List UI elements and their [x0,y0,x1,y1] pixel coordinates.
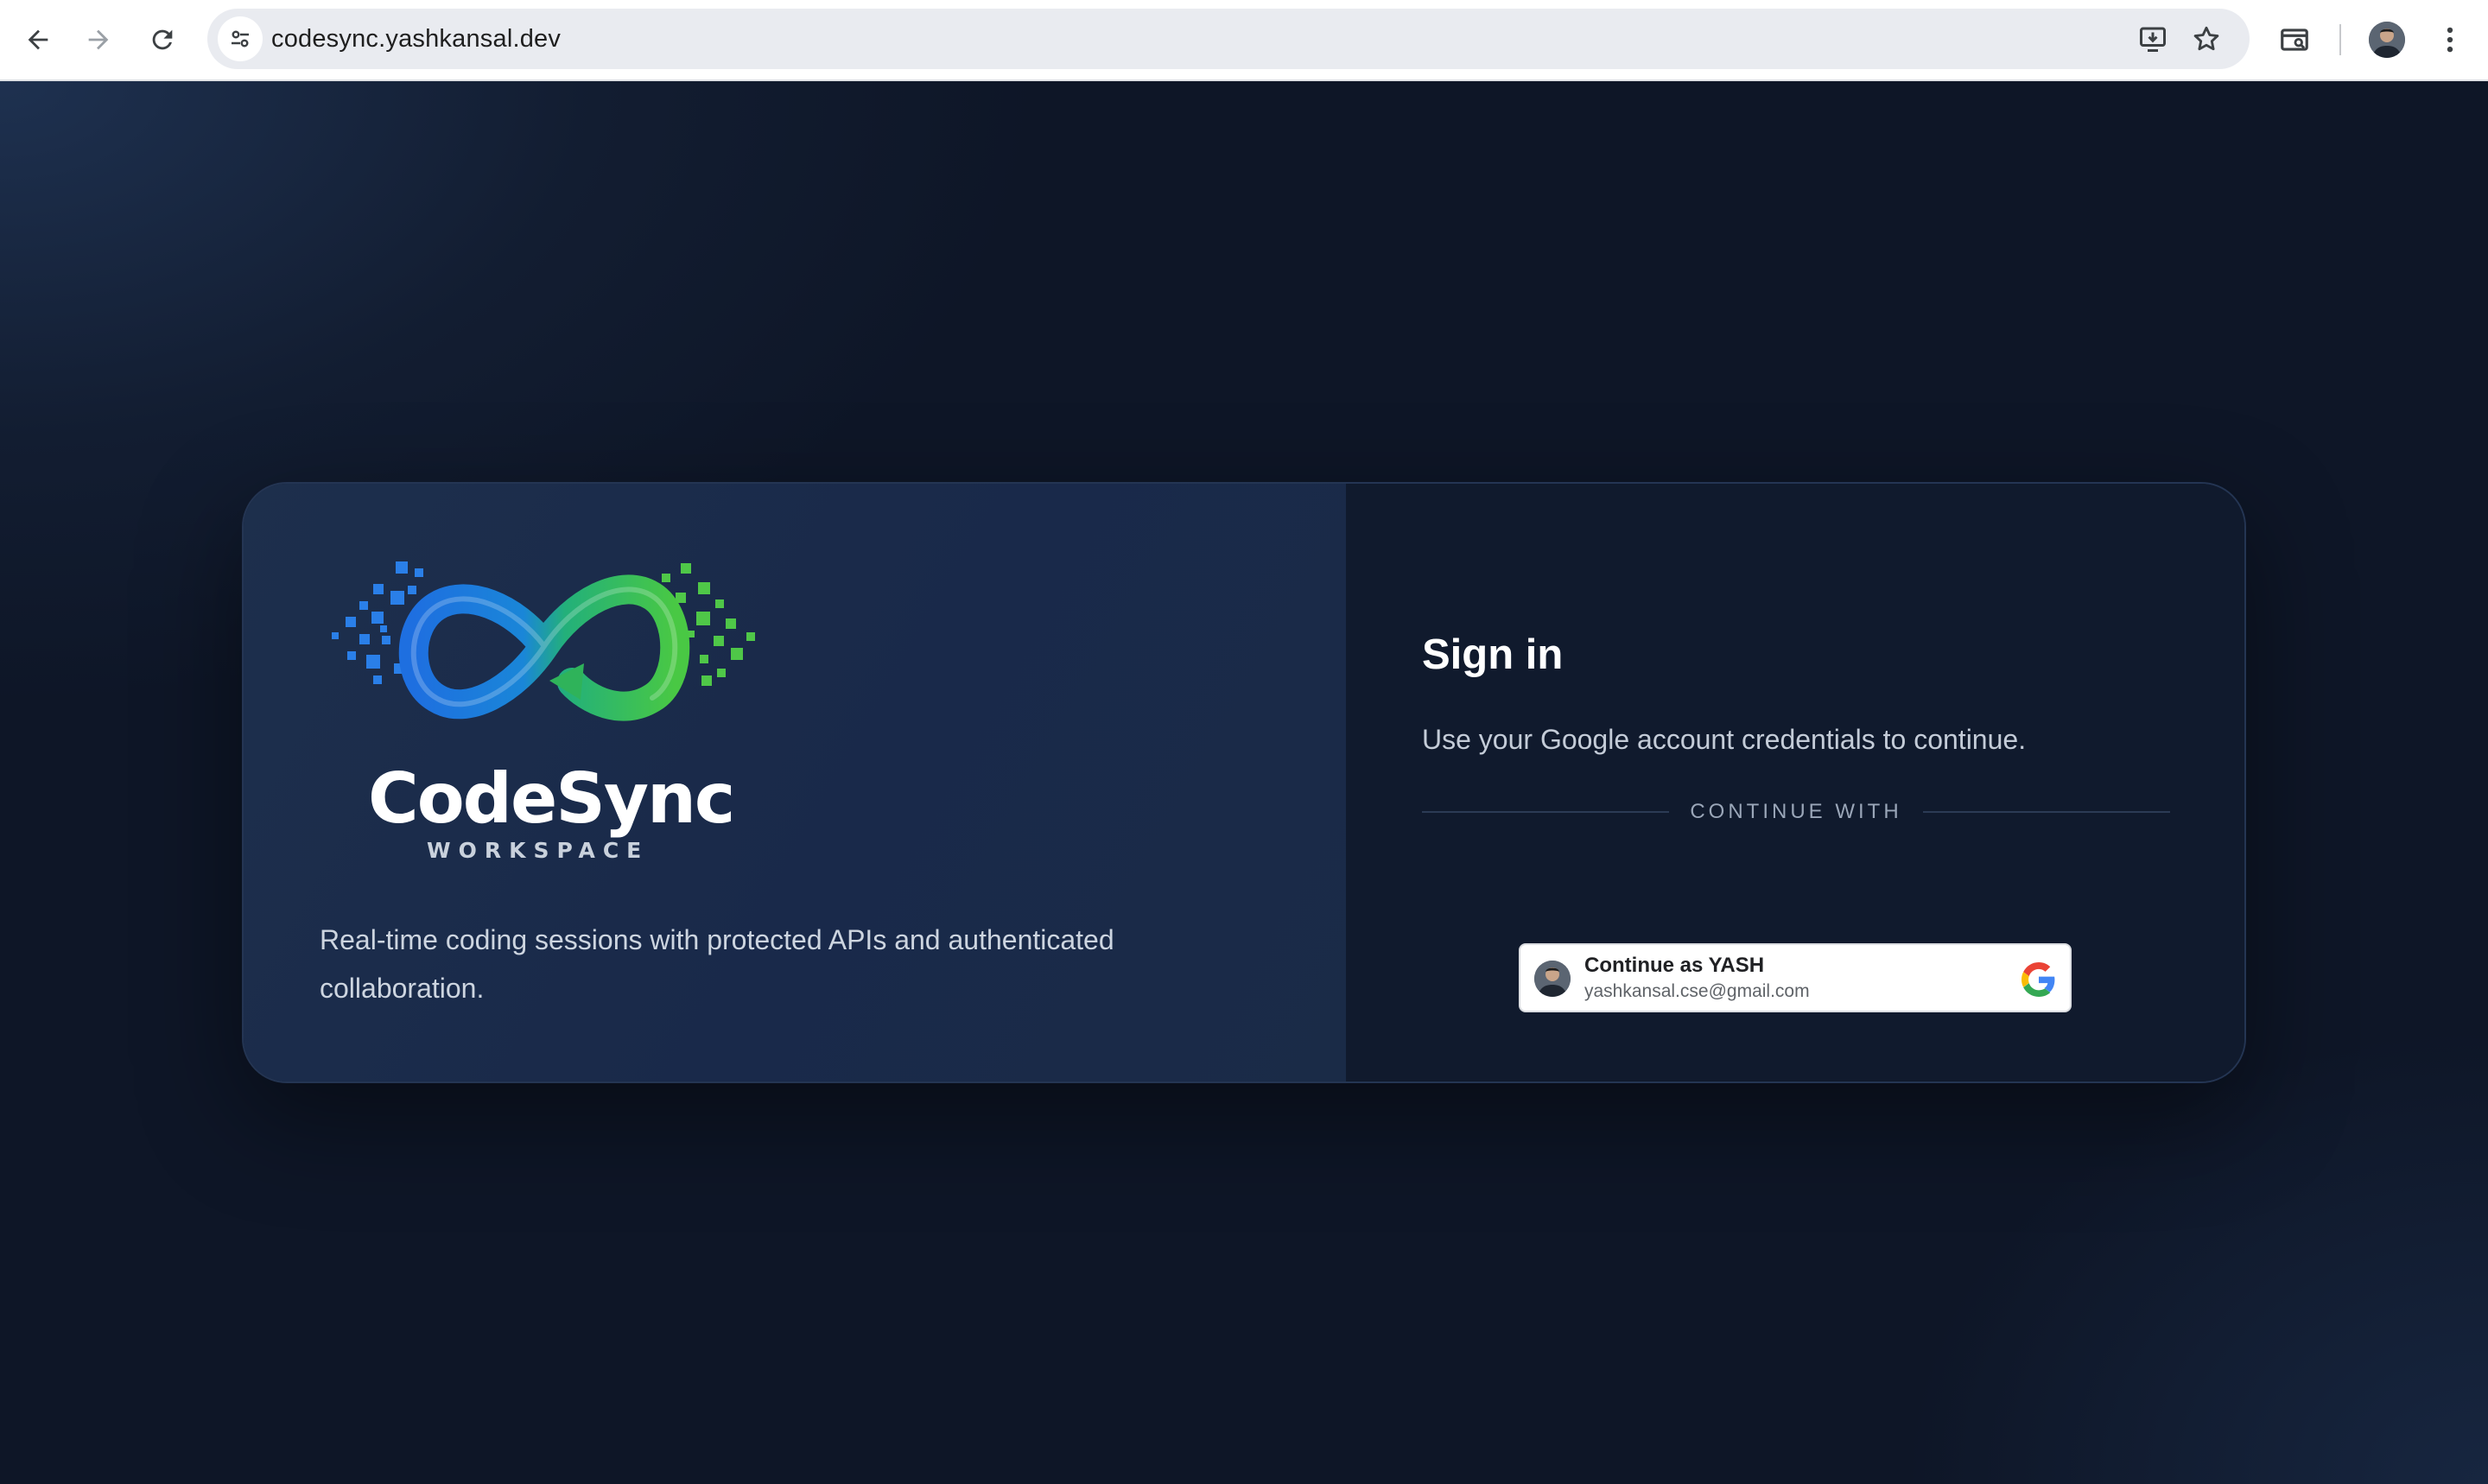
divider-line [1422,811,1670,813]
google-account-name: Continue as YASH [1584,954,1765,977]
signin-description: Use your Google account credentials to c… [1422,724,2027,755]
continue-with-divider: CONTINUE WITH [1422,796,2170,828]
address-bar[interactable]: codesync.yashkansal.dev [207,9,2250,69]
avatar [1534,961,1571,997]
url-text[interactable]: codesync.yashkansal.dev [271,9,561,69]
arrow-left-icon [28,29,48,50]
browser-menu-button[interactable] [2428,17,2472,62]
divider-label: CONTINUE WITH [1690,800,1902,823]
reload-icon [152,29,173,50]
brand-name: CodeSync [368,758,735,839]
infinity-logo-icon [332,561,755,721]
google-signin-button[interactable]: Continue as YASH yashkansal.cse@gmail.co… [1519,943,2072,1012]
page-background: CodeSync WORKSPACE Real-time coding sess… [0,81,2488,1484]
search-tab-icon [2281,29,2308,51]
hero-tagline: Real-time coding sessions with protected… [320,924,1114,1004]
toolbar-divider [2339,24,2341,55]
divider-line [1922,811,2170,813]
brand-panel: CodeSync WORKSPACE Real-time coding sess… [244,484,1346,1081]
forward-button[interactable] [76,17,121,62]
more-vert-icon [2447,27,2453,53]
arrow-right-icon [88,29,109,50]
reload-button[interactable] [140,17,185,62]
auth-card: CodeSync WORKSPACE Real-time coding sess… [242,482,2246,1083]
install-app-icon [2140,27,2166,52]
avatar-icon [1534,961,1571,997]
google-logo-icon [2022,962,2055,997]
star-icon [2193,26,2219,51]
signin-title: Sign in [1422,631,1564,678]
browser-toolbar: codesync.yashkansal.dev [0,0,2488,81]
back-button[interactable] [16,17,60,62]
brand-subtitle: WORKSPACE [427,838,650,863]
google-account-email: yashkansal.cse@gmail.com [1584,981,1810,1001]
site-info-button[interactable] [218,16,263,61]
bookmark-button[interactable] [2187,20,2225,58]
profile-avatar[interactable] [2369,22,2405,58]
search-tab-button[interactable] [2272,17,2317,62]
signin-panel: Sign in Use your Google account credenti… [1346,484,2244,1081]
tune-icon [232,30,249,48]
install-app-button[interactable] [2134,20,2172,58]
avatar-icon [2369,22,2405,58]
